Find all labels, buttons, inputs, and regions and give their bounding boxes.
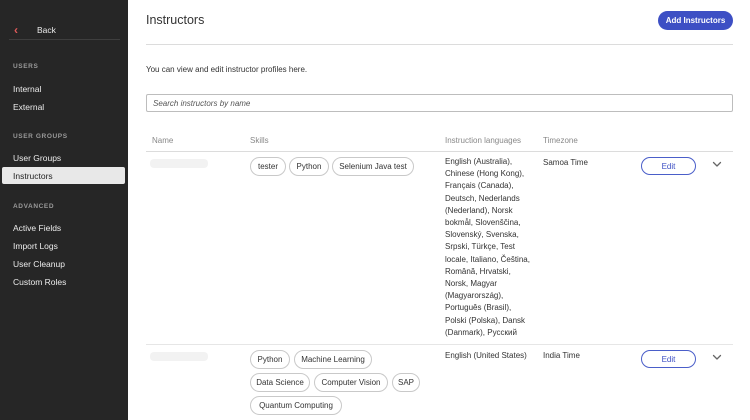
sidebar-item-import-logs[interactable]: Import Logs [0,237,125,254]
instructor-name-redacted [150,352,208,361]
language-line: English (United States) [445,351,527,360]
skill-chip: SAP [392,373,420,392]
language-line: Română, Hrvatski, [445,266,511,276]
main-content: Instructors Add Instructors You can view… [128,0,750,420]
sidebar-item-instructors[interactable]: Instructors [2,167,125,184]
back-button[interactable]: ‹ Back [9,20,120,40]
skill-chip: Selenium Java test [332,157,414,176]
language-line: Português (Brasil), [445,303,512,313]
instruction-languages: English (Australia), Chinese (Hong Kong)… [445,156,540,339]
instructor-name-redacted [150,159,208,168]
instruction-languages: English (United States) [445,350,545,362]
chevron-down-icon[interactable] [711,351,723,363]
sidebar-section-advanced: ADVANCED [13,203,55,210]
column-header-timezone: Timezone [543,136,578,145]
language-line: Polski (Polska), Dansk [445,315,526,325]
column-header-name: Name [152,136,174,145]
add-instructors-button[interactable]: Add Instructors [658,11,733,30]
chevron-down-icon[interactable] [711,158,723,170]
language-line: Slovenský, Svenska, [445,230,519,240]
sidebar-item-active-fields[interactable]: Active Fields [0,219,125,236]
timezone: India Time [543,351,580,360]
language-line: Srpski, Türkçe, Test [445,242,515,252]
sidebar-section-user-groups: USER GROUPS [13,133,68,140]
row-divider [146,344,733,345]
page-title: Instructors [146,13,205,27]
language-line: (Danmark), Русский [445,327,517,337]
intro-text: You can view and edit instructor profile… [146,65,308,74]
sidebar-item-external[interactable]: External [0,98,125,115]
sidebar-item-user-cleanup[interactable]: User Cleanup [0,255,125,272]
skill-chip: Python [250,350,290,369]
language-line: (Nederland), Norsk [445,205,513,215]
skill-chip: Data Science [250,373,310,392]
edit-button[interactable]: Edit [641,157,696,175]
skill-chip: Machine Learning [294,350,372,369]
table-header-divider [146,151,733,152]
sidebar-item-internal[interactable]: Internal [0,80,125,97]
language-line: bokmål, Slovenščina, [445,218,521,228]
header-divider [146,44,733,45]
back-label: Back [37,24,56,35]
language-line: Chinese (Hong Kong), [445,169,525,179]
column-header-skills: Skills [250,136,269,145]
column-header-languages: Instruction languages [445,136,522,145]
sidebar: ‹ Back USERS Internal External USER GROU… [0,0,128,420]
skill-chip: Python [289,157,329,176]
sidebar-item-custom-roles[interactable]: Custom Roles [0,273,125,290]
language-line: Norsk, Magyar [445,279,498,289]
timezone: Samoa Time [543,158,588,167]
language-line: (Magyarország), [445,291,504,301]
language-line: English (Australia), [445,157,513,166]
search-input[interactable] [146,94,733,112]
language-line: Français (Canada), [445,181,514,191]
sidebar-section-users: USERS [13,63,39,70]
language-line: locale, Italiano, Čeština, [445,254,530,264]
skill-chip: Computer Vision [314,373,388,392]
skill-chip: Quantum Computing [250,396,342,415]
chevron-left-icon: ‹ [14,22,18,37]
skill-chip: tester [250,157,286,176]
edit-button[interactable]: Edit [641,350,696,368]
language-line: Deutsch, Nederlands [445,193,520,203]
sidebar-item-user-groups[interactable]: User Groups [0,149,125,166]
